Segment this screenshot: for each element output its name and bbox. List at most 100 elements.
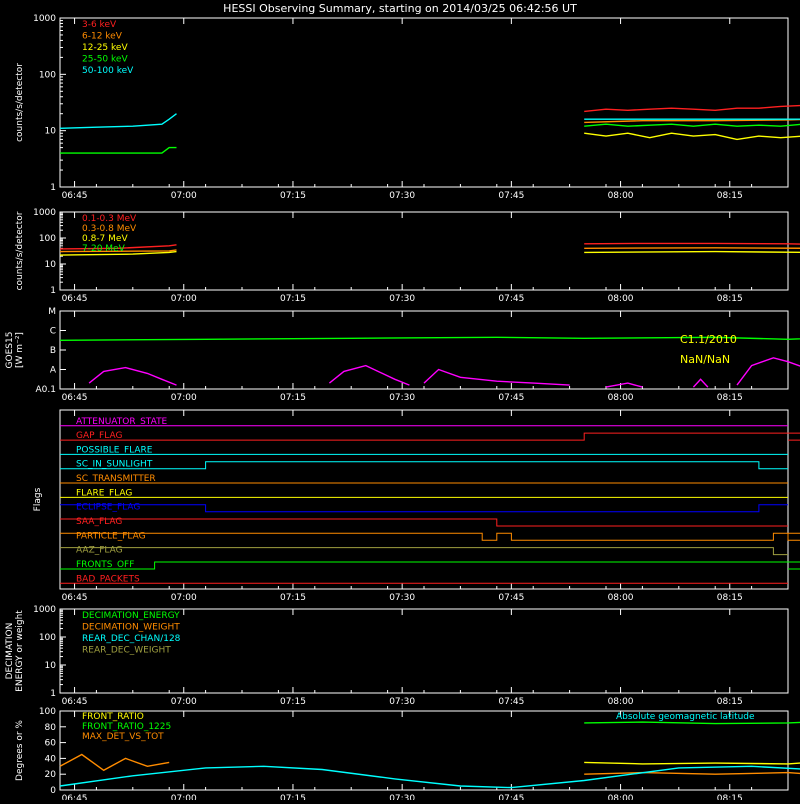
legend-entry: 50-100 keV (82, 66, 134, 76)
goes-flare-label: C1.1/2010 (680, 333, 737, 346)
legend-entry: DECIMATION_WEIGHT (82, 623, 180, 633)
legend-entry: 3-6 keV (82, 20, 117, 30)
legend-entry: 12-25 keV (82, 43, 128, 53)
series-line (88, 366, 177, 386)
x-tick-label: 07:15 (280, 191, 306, 201)
series-line (584, 123, 800, 127)
geomag-latitude-label: Absolute geomagnetic latitude (616, 712, 755, 722)
flag-label: FRONTS_OFF (76, 560, 134, 570)
flag-state-line (60, 432, 800, 441)
y-tick-label: 0 (50, 786, 56, 796)
legend-entry: 6-12 keV (82, 32, 123, 42)
x-tick-label: 06:45 (62, 794, 88, 800)
y-tick-label: 60 (45, 739, 57, 749)
y-tick-label: 1000 (33, 605, 56, 615)
series-line (59, 753, 170, 772)
y-axis-label: [W m⁻²] (15, 332, 25, 368)
y-tick-label: 100 (39, 234, 56, 244)
goes-nan-label: NaN/NaN (680, 353, 730, 366)
x-tick-label: 06:45 (62, 294, 88, 304)
x-tick-label: 07:00 (171, 593, 197, 603)
flag-state-line (60, 532, 800, 541)
panel-3: 06:45 07:00 07:15 07:30 07:45 08:00 08:15 A0.1 A… (5, 307, 800, 403)
flag-state-line (60, 461, 788, 470)
y-level-label: A0.1 (36, 385, 56, 395)
legend-entry: 0.3-0.8 MeV (82, 224, 137, 234)
x-tick-label: 08:15 (717, 294, 743, 304)
legend-entry: 7-20 MeV (82, 244, 126, 254)
summary-plot: HESSI Observing Summary, starting on 201… (5, 2, 800, 804)
x-tick-label: 07:45 (498, 393, 524, 403)
x-tick-label: 08:00 (608, 393, 634, 403)
x-tick-label: 08:00 (608, 593, 634, 603)
x-tick-label: 08:00 (608, 697, 634, 707)
panel-2: 06:45 07:00 07:15 07:30 07:45 08:00 08:15 1 10 10… (15, 208, 800, 304)
series-line (584, 771, 800, 775)
x-tick-label: 06:45 (62, 191, 88, 201)
panel-frame (59, 17, 789, 188)
panel-1: 06:45 07:00 07:15 07:30 07:45 08:00 08:15 1 10 10… (15, 14, 800, 201)
legend-entry: 0.8-7 MeV (82, 234, 128, 244)
y-tick-label: 1 (50, 183, 56, 193)
x-tick-label: 07:30 (389, 393, 415, 403)
y-axis-label: Degrees or % (15, 720, 25, 781)
panel-4: 06:45 07:00 07:15 07:30 07:45 08:00 08:15ATTEN… (33, 409, 800, 603)
x-tick-label: 07:15 (280, 294, 306, 304)
x-tick-label: 07:45 (498, 191, 524, 201)
y-tick-label: 1 (50, 689, 56, 699)
x-tick-label: 08:15 (717, 794, 743, 800)
flag-label: SAA_FLAG (76, 517, 122, 527)
y-tick-label: 1 (50, 286, 56, 296)
y-tick-label: 20 (45, 770, 57, 780)
x-tick-label: 07:30 (389, 593, 415, 603)
series-line (584, 104, 800, 113)
flag-state-line (60, 547, 788, 556)
legend-entry: FRONT_RATIO (82, 712, 144, 722)
series-line (328, 364, 410, 386)
x-tick-label: 07:15 (280, 593, 306, 603)
y-tick-label: 100 (39, 70, 56, 80)
series-line (60, 146, 177, 154)
y-tick-label: 1000 (33, 208, 56, 218)
x-tick-label: 07:15 (280, 697, 306, 707)
flag-label: ECLIPSE_FLAG (76, 503, 140, 513)
hessi-observing-summary: HESSI Observing Summary, starting on 201… (0, 0, 800, 804)
flag-state-line (60, 561, 800, 570)
x-tick-label: 08:15 (717, 191, 743, 201)
legend-entry: 25-50 keV (82, 55, 128, 65)
x-tick-label: 07:30 (389, 697, 415, 707)
legend-entry: MAX_DET_VS_TOT (82, 732, 164, 742)
x-tick-label: 07:00 (171, 191, 197, 201)
y-level-label: M (48, 307, 56, 317)
x-tick-label: 08:15 (717, 593, 743, 603)
y-axis-label: counts/s/detector (15, 63, 25, 142)
x-tick-label: 07:30 (389, 191, 415, 201)
x-tick-label: 07:45 (498, 294, 524, 304)
y-level-label: B (50, 346, 56, 356)
y-tick-label: 80 (45, 723, 57, 733)
series-line (584, 721, 800, 725)
x-tick-label: 06:45 (62, 393, 88, 403)
flag-label: GAP_FLAG (76, 431, 122, 441)
y-level-label: C (50, 327, 56, 337)
y-level-label: A (50, 366, 57, 376)
y-axis-label: DECIMATION (5, 623, 15, 680)
series-line (59, 113, 177, 129)
series-line (736, 357, 800, 386)
legend-entry: 0.1-0.3 MeV (82, 214, 137, 224)
y-tick-label: 10 (45, 661, 57, 671)
x-tick-label: 07:15 (280, 794, 306, 800)
x-tick-label: 07:45 (498, 697, 524, 707)
flag-state-line (60, 518, 788, 527)
x-tick-label: 07:00 (171, 393, 197, 403)
legend-entry: DECIMATION_ENERGY (82, 611, 180, 621)
x-tick-label: 07:00 (171, 697, 197, 707)
y-tick-label: 10 (45, 127, 57, 137)
x-tick-label: 08:00 (608, 191, 634, 201)
legend-entry: FRONT_RATIO_1225 (82, 722, 171, 732)
panel-5: 06:45 07:00 07:15 07:30 07:45 08:00 08:15 1 10 10… (5, 605, 789, 707)
x-tick-label: 07:45 (498, 593, 524, 603)
y-axis-label: ENERGY or weight (15, 610, 25, 692)
y-tick-label: 100 (39, 633, 56, 643)
x-tick-label: 07:30 (389, 794, 415, 800)
